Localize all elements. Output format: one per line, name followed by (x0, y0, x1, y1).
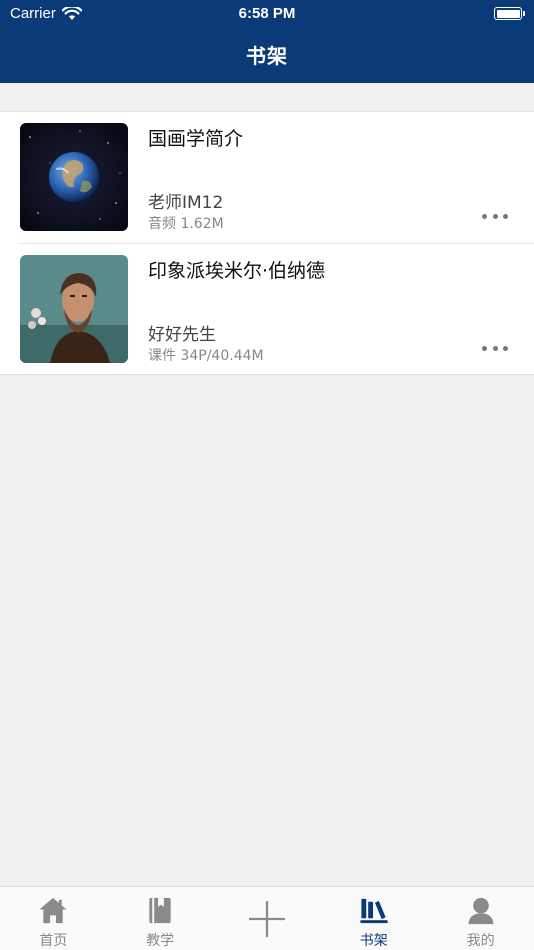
dot (482, 345, 487, 351)
item-title: 国画学简介 (148, 128, 244, 150)
page-title: 书架 (246, 44, 288, 68)
bookshelf-list: 国画学简介 老师IM12 音频 1.62M 印象派埃米尔·伯纳德 好好先生 课件… (0, 111, 534, 375)
tab-home[interactable]: 首页 (0, 887, 107, 950)
item-meta: 课件 34P/40.44M (148, 348, 264, 364)
book-icon (149, 897, 171, 924)
dot (492, 345, 498, 351)
home-icon (39, 897, 67, 924)
tab-label: 首页 (39, 933, 68, 949)
dot (503, 213, 508, 219)
list-item[interactable]: 国画学简介 老师IM12 音频 1.62M (0, 112, 534, 243)
bookshelf-icon (360, 898, 388, 924)
list-item[interactable]: 印象派埃米尔·伯纳德 好好先生 课件 34P/40.44M (20, 243, 534, 374)
more-options-button[interactable] (482, 340, 508, 356)
status-bar: Carrier 6:58 PM (0, 0, 534, 28)
item-title: 印象派埃米尔·伯纳德 (148, 260, 326, 282)
more-options-button[interactable] (482, 208, 508, 224)
item-meta: 音频 1.62M (148, 216, 224, 232)
earth-image (20, 123, 128, 231)
tab-label: 书架 (359, 933, 388, 949)
dot (503, 345, 508, 351)
plus-icon (248, 901, 285, 937)
dot (492, 213, 498, 219)
dot (482, 213, 487, 219)
tab-mine[interactable]: 我的 (427, 887, 534, 950)
tab-label: 教学 (146, 933, 175, 949)
tab-bookshelf[interactable]: 书架 (320, 887, 427, 950)
item-author: 好好先生 (148, 325, 216, 345)
tab-teaching[interactable]: 教学 (107, 887, 214, 950)
user-icon (467, 897, 494, 925)
portrait-painting-image (20, 255, 128, 363)
tab-add[interactable] (214, 887, 321, 950)
tab-label: 我的 (466, 933, 495, 949)
navigation-header: Carrier 6:58 PM 书架 (0, 0, 534, 83)
tab-bar: 首页 教学 书架 我的 (0, 886, 534, 950)
item-author: 老师IM12 (148, 193, 224, 213)
status-time: 6:58 PM (238, 5, 296, 22)
battery-icon (494, 7, 525, 20)
